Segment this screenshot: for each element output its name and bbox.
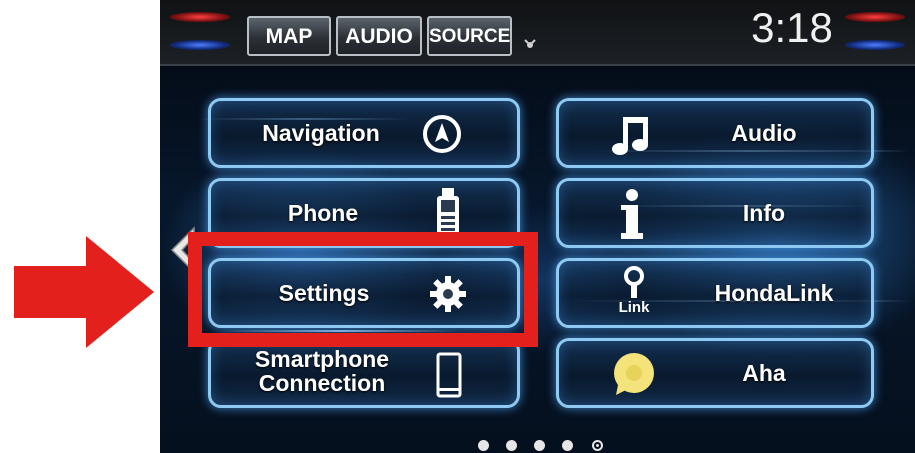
page-dot-5-current[interactable] [592,440,603,451]
audio-label: Audio [731,120,797,146]
phone-label: Phone [287,200,359,226]
red-accent-light [845,12,905,22]
aha-icon [614,353,654,395]
page-dot-1[interactable] [478,440,489,451]
aha-button[interactable]: Aha [556,338,874,408]
source-tab[interactable]: SOURCE [427,16,512,56]
page-dot-3[interactable] [534,440,545,451]
annotation-arrow [14,236,154,348]
settings-highlight-box [188,232,538,347]
smartphone-connection-button[interactable]: Smartphone Connection [208,338,520,408]
page-dot-4[interactable] [562,440,573,451]
hondalink-icon-text: Link [618,299,650,316]
smartphone-connection-label: Smartphone Connection [254,346,390,396]
top-status-bar: MAP AUDIO SOURCE 3:18 [160,0,915,66]
red-accent-light [170,12,230,22]
audio-tab[interactable]: AUDIO [336,16,422,56]
page-dot-2[interactable] [506,440,517,451]
hondalink-button[interactable]: Link HondaLink [556,258,874,328]
hondalink-label: HondaLink [714,280,834,306]
smartphone-icon [436,352,462,398]
info-button[interactable]: Info [556,178,874,248]
map-tab[interactable]: MAP [247,16,331,56]
music-note-icon [612,117,648,155]
info-icon [621,189,643,239]
blue-accent-light [845,40,905,50]
hondalink-icon [624,266,644,298]
compass-icon [423,115,461,153]
aha-label: Aha [742,360,786,386]
clock: 3:18 [751,4,833,51]
blue-accent-light [170,40,230,50]
navigation-button[interactable]: Navigation [208,98,520,168]
info-label: Info [742,200,786,226]
infotainment-screen: MAP AUDIO SOURCE 3:18 Navigation Phone S… [160,0,915,453]
audio-button[interactable]: Audio [556,98,874,168]
gps-signal-icon [524,39,536,48]
navigation-label: Navigation [262,120,380,146]
